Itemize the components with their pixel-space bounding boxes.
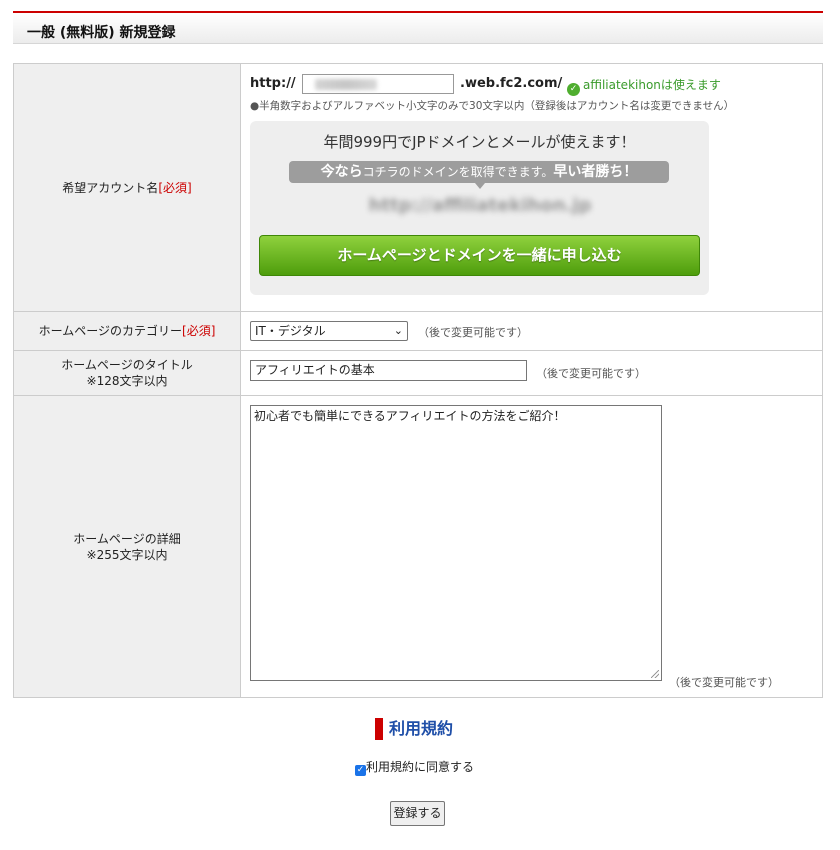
chevron-down-icon: ⌄ bbox=[393, 324, 403, 337]
terms-heading: 利用規約 bbox=[375, 718, 453, 740]
account-row: 希望アカウント名[必須] http:// .web.fc2.com/ ✓ affi… bbox=[13, 63, 823, 312]
detail-sublabel: ※255文字以内 bbox=[86, 547, 168, 562]
category-row: ホームページのカテゴリー[必須] IT・デジタル ⌄ （後で変更可能です） bbox=[13, 311, 823, 351]
required-mark: [必須] bbox=[182, 324, 216, 338]
detail-value-cell: 初心者でも簡単にできるアフィリエイトの方法をご紹介！ （後で変更可能です） bbox=[240, 395, 823, 698]
promo-title: 年間999円でJPドメインとメールが使えます！ bbox=[323, 133, 636, 151]
terms-agree[interactable]: ✓ 利用規約に同意する bbox=[355, 758, 474, 776]
account-note: ●半角数字およびアルファベット小文字のみで30文字以内（登録後はアカウント名は変… bbox=[250, 100, 735, 112]
detail-label: ホームページの詳細 bbox=[73, 531, 181, 546]
title-hint: （後で変更可能です） bbox=[536, 367, 646, 380]
account-label: 希望アカウント名 bbox=[62, 180, 159, 195]
account-label-cell: 希望アカウント名[必須] bbox=[13, 63, 241, 312]
account-value-cell: http:// .web.fc2.com/ ✓ affiliatekihonは使え… bbox=[240, 63, 823, 312]
availability-status: ✓ affiliatekihonは使えます bbox=[567, 76, 721, 96]
promo-strong-now: 今なら bbox=[320, 164, 363, 180]
detail-label-cell: ホームページの詳細 ※255文字以内 bbox=[13, 395, 241, 698]
title-input[interactable]: アフィリエイトの基本 bbox=[250, 360, 527, 381]
category-value-cell: IT・デジタル ⌄ （後で変更可能です） bbox=[240, 311, 823, 351]
account-name-input[interactable] bbox=[302, 74, 454, 94]
category-select[interactable]: IT・デジタル ⌄ bbox=[250, 321, 408, 341]
category-label: ホームページのカテゴリー bbox=[38, 324, 183, 338]
submit-button[interactable]: 登録する bbox=[390, 801, 445, 826]
url-suffix: .web.fc2.com/ bbox=[460, 76, 563, 91]
category-selected-value: IT・デジタル bbox=[255, 324, 326, 338]
promo-bubble: 今ならコチラのドメインを取得できます。早い者勝ち！ bbox=[289, 161, 669, 189]
title-sublabel: ※128文字以内 bbox=[86, 374, 168, 388]
terms-heading-text: 利用規約 bbox=[389, 719, 454, 738]
detail-hint: （後で変更可能です） bbox=[669, 676, 779, 689]
registration-form: 希望アカウント名[必須] http:// .web.fc2.com/ ✓ affi… bbox=[13, 63, 823, 698]
page-header: 一般 (無料版) 新規登録 bbox=[13, 11, 823, 44]
terms-checkbox[interactable]: ✓ bbox=[355, 765, 366, 776]
promo-bubble-text: コチラのドメインを取得できます。 bbox=[362, 165, 554, 179]
title-row: ホームページのタイトル ※128文字以内 アフィリエイトの基本 （後で変更可能で… bbox=[13, 350, 823, 396]
availability-text: affiliatekihonは使えます bbox=[583, 78, 721, 92]
resize-handle[interactable] bbox=[651, 670, 659, 678]
promo-strong-first: 早い者勝ち！ bbox=[553, 164, 638, 180]
category-hint: （後で変更可能です） bbox=[418, 326, 528, 339]
apply-domain-button[interactable]: ホームページとドメインを一緒に申し込む bbox=[259, 235, 700, 276]
domain-promo-box: 年間999円でJPドメインとメールが使えます！ 今ならコチラのドメインを取得でき… bbox=[250, 121, 709, 295]
detail-text: 初心者でも簡単にできるアフィリエイトの方法をご紹介！ bbox=[254, 409, 566, 423]
blurred-account-text bbox=[315, 79, 377, 90]
title-value-cell: アフィリエイトの基本 （後で変更可能です） bbox=[240, 350, 823, 396]
detail-textarea[interactable]: 初心者でも簡単にできるアフィリエイトの方法をご紹介！ bbox=[250, 405, 662, 681]
check-circle-icon: ✓ bbox=[567, 83, 580, 96]
detail-row: ホームページの詳細 ※255文字以内 初心者でも簡単にできるアフィリエイトの方法… bbox=[13, 395, 823, 698]
terms-agree-label: 利用規約に同意する bbox=[366, 760, 475, 774]
required-mark: [必須] bbox=[158, 180, 192, 195]
category-label-cell: ホームページのカテゴリー[必須] bbox=[13, 311, 241, 351]
title-label: ホームページのタイトル bbox=[61, 358, 193, 372]
heading-bar bbox=[375, 718, 383, 740]
title-label-cell: ホームページのタイトル ※128文字以内 bbox=[13, 350, 241, 396]
blurred-domain: http://affiliatekihon.jp bbox=[368, 195, 592, 216]
url-prefix: http:// bbox=[250, 76, 296, 91]
page-title: 一般 (無料版) 新規登録 bbox=[27, 25, 176, 41]
